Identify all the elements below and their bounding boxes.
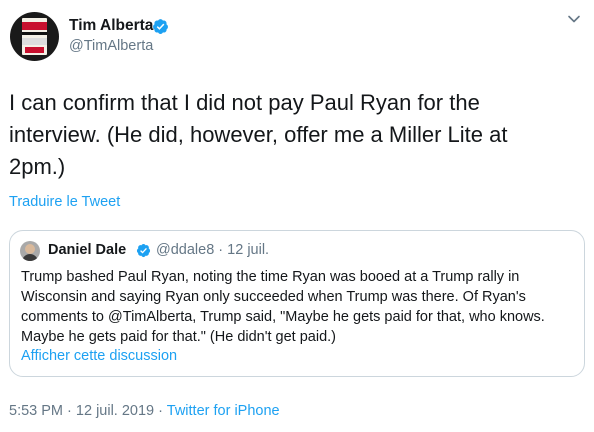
quoted-author-avatar[interactable]	[20, 241, 40, 261]
quoted-meta: @ddale8 · 12 juil.	[156, 242, 269, 258]
author-avatar[interactable]	[10, 12, 59, 61]
author-name[interactable]: Tim Alberta	[69, 17, 153, 35]
quoted-author-handle[interactable]: @ddale8	[156, 242, 214, 258]
tweet-timestamp[interactable]: 5:53 PM	[9, 403, 63, 419]
show-thread-link[interactable]: Afficher cette discussion	[21, 348, 177, 364]
quoted-tweet-text: Trump bashed Paul Ryan, noting the time …	[21, 269, 545, 345]
meta-separator: ·	[218, 242, 224, 258]
chevron-down-icon[interactable]	[567, 12, 581, 26]
tweet-card: Tim Alberta @TimAlberta I can confirm th…	[0, 0, 594, 432]
tweet-date[interactable]: 12 juil. 2019	[76, 403, 154, 419]
quoted-date[interactable]: 12 juil.	[227, 242, 269, 258]
verified-badge-icon	[153, 19, 168, 34]
tweet-text: I can confirm that I did not pay Paul Ry…	[9, 90, 508, 179]
translate-tweet-link[interactable]: Traduire le Tweet	[9, 194, 120, 210]
quoted-author-name[interactable]: Daniel Dale	[48, 242, 126, 258]
avatar-book-cover	[22, 18, 47, 55]
footer-separator: ·	[67, 403, 72, 419]
verified-badge-icon	[136, 243, 151, 258]
footer-separator: ·	[158, 403, 163, 419]
tweet-source-link[interactable]: Twitter for iPhone	[167, 403, 280, 419]
author-handle[interactable]: @TimAlberta	[69, 38, 153, 54]
quoted-tweet[interactable]: Daniel Dale @ddale8 · 12 juil. Trump bas…	[9, 230, 585, 377]
tweet-footer: 5:53 PM · 12 juil. 2019 · Twitter for iP…	[9, 403, 280, 419]
